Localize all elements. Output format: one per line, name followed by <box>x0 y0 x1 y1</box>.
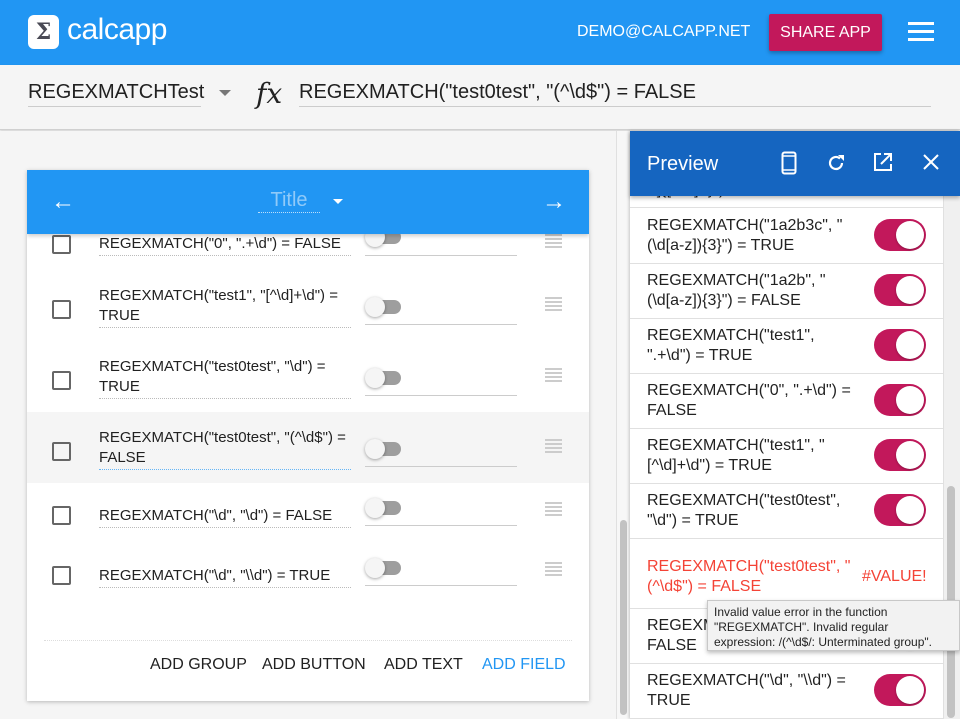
close-icon[interactable] <box>922 153 940 176</box>
add-field-button[interactable]: ADD FIELD <box>482 656 566 674</box>
drag-handle-icon[interactable] <box>545 502 562 518</box>
top-app-bar: Σ calcapp DEMO@CALCAPP.NET SHARE APP <box>0 0 960 65</box>
error-value[interactable]: #VALUE! <box>862 568 927 586</box>
forward-arrow-icon[interactable]: → <box>542 188 566 216</box>
drag-handle-icon[interactable] <box>545 297 562 313</box>
add-group-button[interactable]: ADD GROUP <box>150 656 247 674</box>
preview-row-partial: Z]{[0-9]+}") = TRUE <box>630 196 943 208</box>
preview-row-label: REGEXMATCH("test1", "[^\d]+\d") = TRUE <box>647 437 825 474</box>
preview-row-label: REGEXMATCH("0", ".+\d") = FALSE <box>647 382 851 419</box>
preview-header: Preview <box>630 131 960 196</box>
preview-row-label: REGEXMATCH("\d", "\\d") = TRUE <box>647 672 846 709</box>
screen-card: ← Title → REGEXMATCH("0", ".+\d") = FALS… <box>27 170 589 701</box>
drag-handle-icon[interactable] <box>545 439 562 455</box>
field-row-selected[interactable]: REGEXMATCH("test0test", "(^\d$") = FALSE <box>27 412 589 483</box>
card-divider <box>44 640 572 641</box>
row-checkbox[interactable] <box>52 442 71 461</box>
dropdown-caret-icon[interactable] <box>219 90 231 96</box>
add-button-button[interactable]: ADD BUTTON <box>262 656 366 674</box>
preview-switch[interactable] <box>874 219 926 251</box>
preview-switch[interactable] <box>874 439 926 471</box>
phone-device-icon[interactable] <box>781 151 797 180</box>
user-email-link[interactable]: DEMO@CALCAPP.NET <box>577 23 750 41</box>
screen-title-input[interactable]: Title <box>258 189 320 213</box>
field-toggle[interactable] <box>365 297 401 317</box>
preview-switch[interactable] <box>874 494 926 526</box>
preview-switch[interactable] <box>874 274 926 306</box>
title-dropdown-caret-icon[interactable] <box>333 199 343 204</box>
open-external-icon[interactable] <box>873 152 893 177</box>
field-label[interactable]: REGEXMATCH("\d", "\d") = FALSE <box>99 506 351 528</box>
preview-row: REGEXMATCH("1a2b", "(\d[a-z]){3}") = FAL… <box>630 264 943 319</box>
row-checkbox[interactable] <box>52 235 71 254</box>
field-toggle[interactable] <box>365 498 401 518</box>
hamburger-menu-icon[interactable] <box>908 22 934 42</box>
preview-row: REGEXMATCH("test1", "[^\d]+\d") = TRUE <box>630 429 943 484</box>
field-label[interactable]: REGEXMATCH("test1", "[^\d]+\d") = TRUE <box>99 286 351 328</box>
app-name[interactable]: calcapp <box>67 13 167 47</box>
field-row[interactable]: REGEXMATCH("\d", "\\d") = TRUE <box>27 543 589 613</box>
row-checkbox[interactable] <box>52 566 71 585</box>
toggle-underline <box>365 466 517 467</box>
field-label[interactable]: REGEXMATCH("\d", "\\d") = TRUE <box>99 566 351 588</box>
back-arrow-icon[interactable]: ← <box>51 188 75 216</box>
preview-row: REGEXMATCH("\d", "\\d") = TRUE <box>630 664 943 719</box>
preview-row-label: REGEXMATCH("test0test", "\d") = TRUE <box>647 492 841 529</box>
field-row[interactable]: REGEXMATCH("test0test", "\d") = TRUE <box>27 346 589 416</box>
formula-bar: REGEXMATCHTest fx REGEXMATCH("test0test"… <box>0 65 960 130</box>
fx-icon: fx <box>256 77 283 110</box>
field-select[interactable]: REGEXMATCHTest <box>28 81 204 107</box>
row-checkbox[interactable] <box>52 506 71 525</box>
preview-switch[interactable] <box>874 674 926 706</box>
preview-row: REGEXMATCH("test1", ".+\d") = TRUE <box>630 319 943 374</box>
preview-row-error: REGEXMATCH("test0test", "(^\d$") = FALSE… <box>630 539 943 609</box>
formula-input[interactable]: REGEXMATCH("test0test", "(^\d$") = FALSE <box>299 81 931 107</box>
drag-handle-icon[interactable] <box>545 368 562 384</box>
toggle-underline <box>365 324 517 325</box>
field-label[interactable]: REGEXMATCH("test0test", "\d") = TRUE <box>99 357 351 399</box>
calcapp-logo-icon[interactable]: Σ <box>28 15 59 49</box>
preview-row: REGEXMATCH("0", ".+\d") = FALSE <box>630 374 943 429</box>
preview-row-label: REGEXMATCH("1a2b3c", "(\d[a-z]){3}") = T… <box>647 217 843 254</box>
preview-row-label: REGEXMATCH("test1", ".+\d") = TRUE <box>647 327 815 364</box>
refresh-icon[interactable] <box>826 153 846 178</box>
field-toggle[interactable] <box>365 439 401 459</box>
field-row[interactable]: REGEXMATCH("test1", "[^\d]+\d") = TRUE <box>27 275 589 345</box>
preview-row-label: REGEXMATCH("1a2b", "(\d[a-z]){3}") = FAL… <box>647 272 826 309</box>
row-checkbox[interactable] <box>52 371 71 390</box>
toggle-underline <box>365 585 517 586</box>
add-text-button[interactable]: ADD TEXT <box>384 656 463 674</box>
preview-row-label: Z]{[0-9]+}") = TRUE <box>647 196 859 200</box>
drag-handle-icon[interactable] <box>545 234 562 250</box>
field-label[interactable]: REGEXMATCH("test0test", "(^\d$") = FALSE <box>99 428 351 470</box>
preview-switch[interactable] <box>874 384 926 416</box>
field-toggle[interactable] <box>365 558 401 578</box>
error-tooltip: Invalid value error in the function "REG… <box>707 600 960 651</box>
drag-handle-icon[interactable] <box>545 562 562 578</box>
preview-row-label: REGEXMATCH("test0test", "(^\d$") = FALSE <box>647 558 851 595</box>
screen-header: ← Title → <box>27 170 589 234</box>
preview-switch[interactable] <box>874 329 926 361</box>
preview-title: Preview <box>647 153 719 175</box>
share-app-button[interactable]: SHARE APP <box>769 14 882 51</box>
preview-row: REGEXMATCH("1a2b3c", "(\d[a-z]){3}") = T… <box>630 209 943 264</box>
row-checkbox[interactable] <box>52 300 71 319</box>
toggle-underline <box>365 395 517 396</box>
toggle-underline <box>365 525 517 526</box>
toggle-underline <box>365 255 517 256</box>
field-toggle[interactable] <box>365 368 401 388</box>
preview-row: REGEXMATCH("test0test", "\d") = TRUE <box>630 484 943 539</box>
field-label[interactable]: REGEXMATCH("0", ".+\d") = FALSE <box>99 234 351 256</box>
editor-scrollbar-thumb[interactable] <box>620 520 627 715</box>
